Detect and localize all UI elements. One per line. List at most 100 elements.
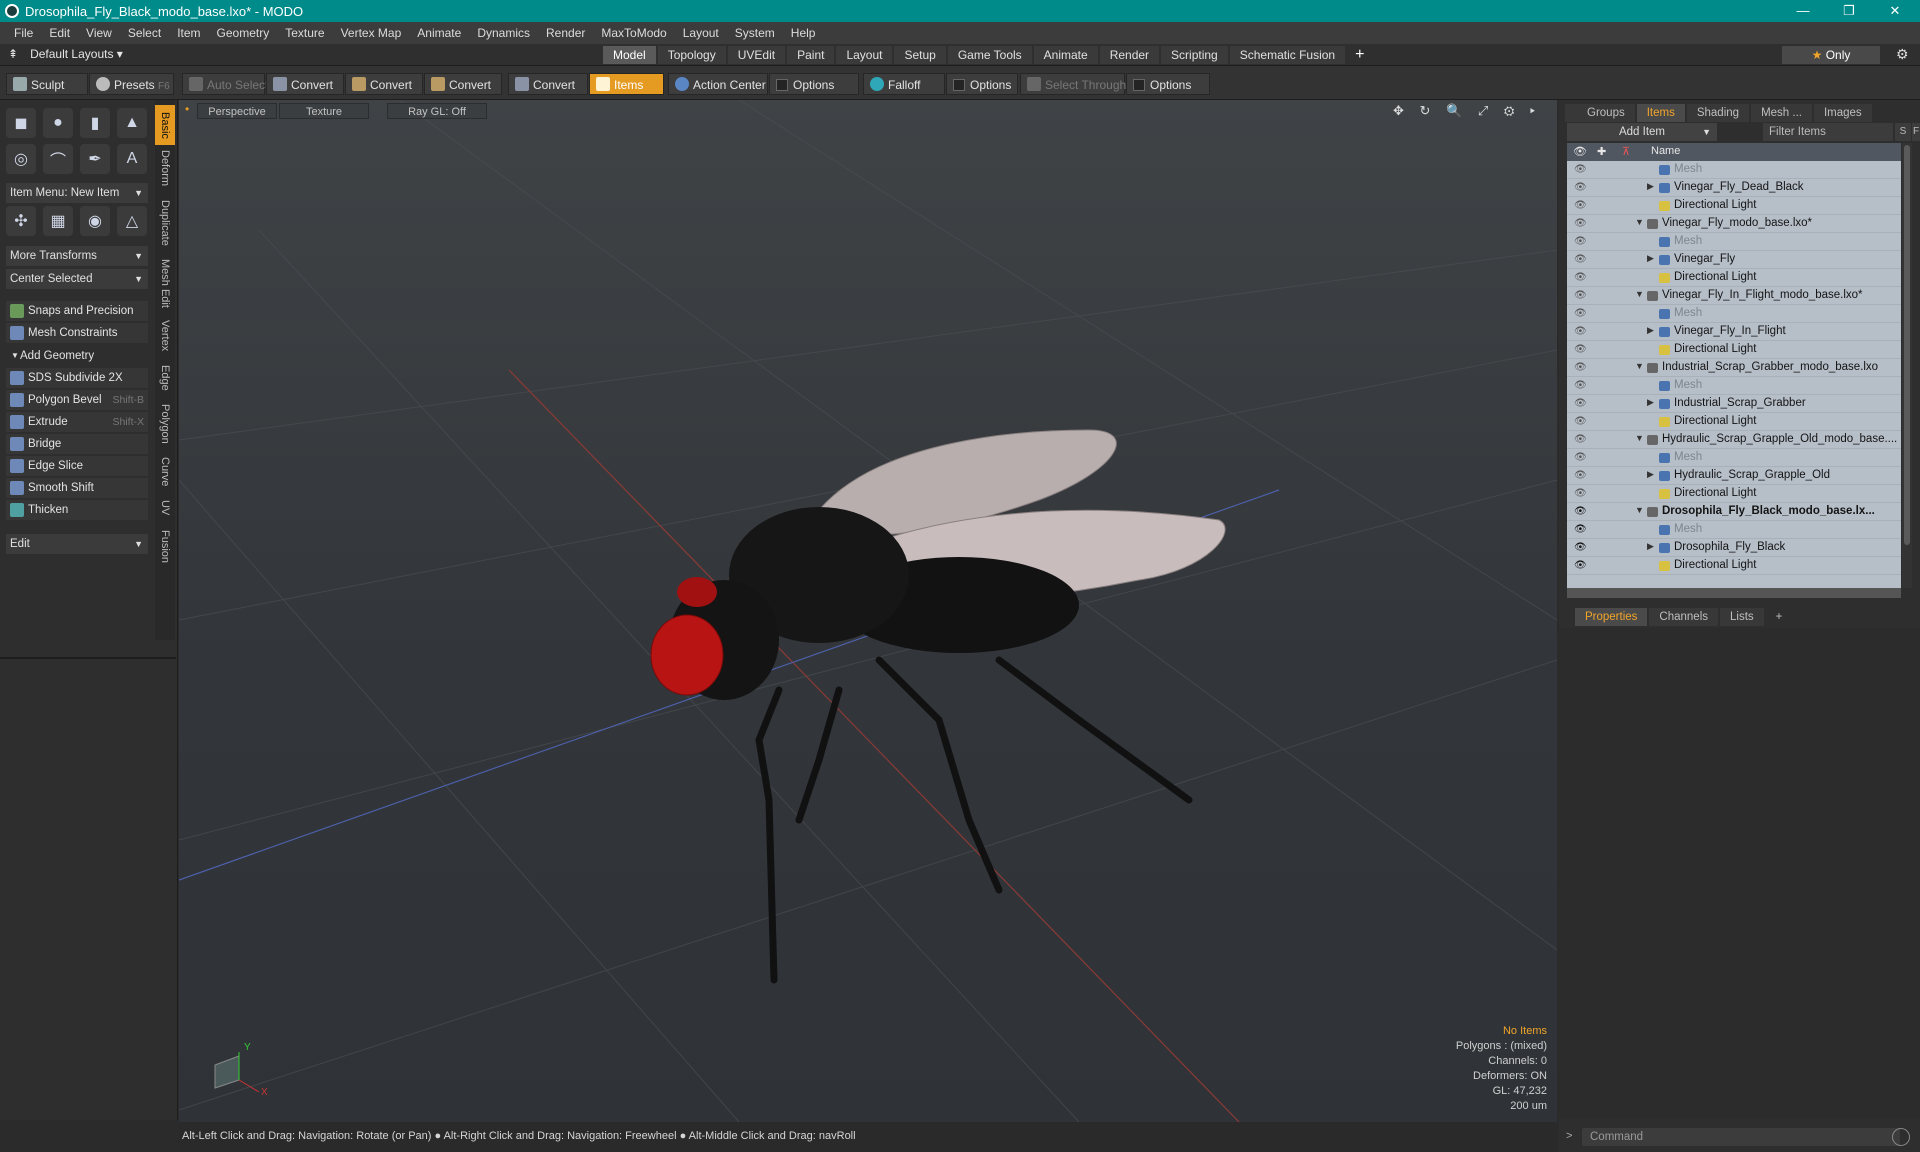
visibility-eye-icon[interactable]: 👁 (1574, 542, 1587, 553)
visibility-eye-icon[interactable]: 👁 (1574, 398, 1587, 409)
tab-lists[interactable]: Lists (1720, 608, 1764, 626)
menu-select[interactable]: Select (120, 26, 169, 40)
mesh-constraints-button[interactable]: Mesh Constraints (6, 323, 148, 343)
tab-scripting[interactable]: Scripting (1161, 46, 1228, 64)
list-item[interactable]: 👁 Mesh (1567, 521, 1901, 539)
options-checkbox-1[interactable] (776, 79, 788, 91)
list-item[interactable]: 👁 ▶ Vinegar_Fly (1567, 251, 1901, 269)
visibility-eye-icon[interactable]: 👁 (1574, 488, 1587, 499)
add-properties-tab[interactable]: + (1766, 608, 1793, 626)
expand-right-icon[interactable]: ▶ (1647, 541, 1654, 552)
vtab-curve[interactable]: Curve (155, 454, 175, 490)
globe-icon[interactable]: ◉ (80, 206, 110, 236)
visibility-eye-icon[interactable]: 👁 (1574, 200, 1587, 211)
tab-images[interactable]: Images (1813, 104, 1872, 122)
text-icon[interactable]: A (117, 144, 147, 174)
menu-item[interactable]: Item (169, 26, 208, 40)
sds-subdivide-button[interactable]: SDS Subdivide 2X (6, 368, 148, 388)
presets-button[interactable]: Presets F6 (89, 73, 174, 95)
vtab-duplicate[interactable]: Duplicate (155, 196, 175, 250)
more-transforms-dropdown[interactable]: More Transforms ▼ (6, 246, 148, 266)
texture-dropdown[interactable]: Texture (279, 103, 369, 119)
pen-icon[interactable]: ✒ (80, 144, 110, 174)
vtab-mesh-edit[interactable]: Mesh Edit (155, 255, 175, 311)
minimize-button[interactable]: — (1780, 0, 1826, 22)
vtab-uv[interactable]: UV (155, 496, 175, 520)
add-tab-button[interactable]: + (1347, 46, 1372, 64)
visibility-eye-icon[interactable]: 👁 (1574, 416, 1587, 427)
tab-channels[interactable]: Channels (1649, 608, 1719, 626)
sculpt-button[interactable]: Sculpt (6, 73, 88, 95)
list-item[interactable]: 👁 Mesh (1567, 233, 1901, 251)
gear-icon[interactable]: ⚙ (1896, 46, 1909, 63)
tab-setup[interactable]: Setup (894, 46, 946, 64)
tab-shading[interactable]: Shading (1686, 104, 1750, 122)
visibility-eye-icon[interactable]: 👁 (1574, 308, 1587, 319)
item-menu-dropdown[interactable]: Item Menu: New Item ▼ (6, 183, 148, 203)
bridge-button[interactable]: Bridge (6, 434, 148, 454)
visibility-eye-icon[interactable]: 👁 (1574, 380, 1587, 391)
snaps-and-precision-button[interactable]: Snaps and Precision (6, 301, 148, 321)
tab-render[interactable]: Render (1099, 46, 1160, 64)
visibility-eye-icon[interactable]: 👁 (1574, 272, 1587, 283)
list-item[interactable]: 👁 ▼ Hydraulic_Scrap_Grapple_Old_modo_base.… (1567, 431, 1901, 449)
tab-animate[interactable]: Animate (1033, 46, 1098, 64)
list-item[interactable]: 👁 ▼ Vinegar_Fly_modo_base.lxo* (1567, 215, 1901, 233)
center-selected-dropdown[interactable]: Center Selected ▼ (6, 269, 148, 289)
viewport-menu-dot[interactable]: • (185, 102, 189, 116)
list-item[interactable]: 👁 ▼ Drosophila_Fly_Black_modo_base.lx... (1567, 503, 1901, 521)
select-through-button[interactable]: Select Through (1020, 73, 1126, 95)
menu-help[interactable]: Help (783, 26, 824, 40)
items-mode-button[interactable]: Items (589, 73, 664, 95)
grid-icon[interactable]: ▦ (43, 206, 73, 236)
list-item[interactable]: 👁 Mesh (1567, 305, 1901, 323)
expand-right-icon[interactable]: ▶ (1647, 469, 1654, 480)
list-item[interactable]: 👁 ▶ Drosophila_Fly_Black (1567, 539, 1901, 557)
capsule-icon[interactable]: ⌒ (43, 144, 73, 174)
add-column-icon[interactable]: ✚ (1597, 145, 1606, 158)
list-item[interactable]: 👁 Directional Light (1567, 341, 1901, 359)
visibility-eye-icon[interactable]: 👁 (1574, 236, 1587, 247)
locator-icon[interactable]: ✣ (6, 206, 36, 236)
auto-select-button[interactable]: Auto Select (182, 73, 268, 95)
options-checkbox-2[interactable] (953, 79, 965, 91)
options-button-2[interactable]: Options (946, 73, 1018, 95)
vtab-polygon[interactable]: Polygon (155, 400, 175, 448)
filter-items-input[interactable]: Filter Items (1763, 123, 1893, 141)
cylinder-icon[interactable]: ▮ (80, 108, 110, 138)
visibility-eye-icon[interactable]: 👁 (1574, 164, 1587, 175)
visibility-eye-icon[interactable]: 👁 (1574, 344, 1587, 355)
tab-game-tools[interactable]: Game Tools (947, 46, 1032, 64)
action-center-button[interactable]: Action Center (668, 73, 768, 95)
polygon-bevel-button[interactable]: Polygon Bevel Shift-B (6, 390, 148, 410)
3d-viewport[interactable]: Y X • Perspective Texture Ray GL: Off ✥ … (179, 100, 1557, 1122)
options-checkbox-3[interactable] (1133, 79, 1145, 91)
list-item[interactable]: 👁 Directional Light (1567, 413, 1901, 431)
close-button[interactable]: ✕ (1872, 0, 1918, 22)
menu-system[interactable]: System (727, 26, 783, 40)
raygl-dropdown[interactable]: Ray GL: Off (387, 103, 487, 119)
menu-view[interactable]: View (78, 26, 120, 40)
menu-vertex-map[interactable]: Vertex Map (333, 26, 410, 40)
list-item[interactable]: 👁 Directional Light (1567, 485, 1901, 503)
expand-down-icon[interactable]: ▼ (1635, 505, 1644, 515)
list-item[interactable]: 👁 Mesh (1567, 377, 1901, 395)
only-toggle[interactable]: ★ Only (1782, 46, 1880, 64)
expand-down-icon[interactable]: ▼ (1635, 361, 1644, 371)
item-list[interactable]: 👁 ✚ ⊼ Name 👁 Mesh 👁 ▶ Vinegar_Fly_Dead_Black… (1567, 143, 1901, 588)
item-list-hscrollbar[interactable] (1567, 588, 1901, 598)
menu-layout[interactable]: Layout (675, 26, 727, 40)
filter-f-button[interactable]: F (1912, 123, 1920, 141)
tab-topology[interactable]: Topology (657, 46, 726, 64)
expand-right-icon[interactable]: ▶ (1647, 397, 1654, 408)
tab-layout[interactable]: Layout (836, 46, 893, 64)
options-button-3[interactable]: Options (1126, 73, 1210, 95)
cone-icon[interactable]: ▲ (117, 108, 147, 138)
menu-file[interactable]: File (6, 26, 41, 40)
menu-animate[interactable]: Animate (409, 26, 469, 40)
list-item[interactable]: 👁 Directional Light (1567, 269, 1901, 287)
item-list-scrollbar[interactable] (1902, 143, 1912, 588)
vtab-deform[interactable]: Deform (155, 146, 175, 190)
visibility-eye-icon[interactable]: 👁 (1574, 218, 1587, 229)
add-item-dropdown[interactable]: Add Item ▼ (1567, 123, 1717, 141)
